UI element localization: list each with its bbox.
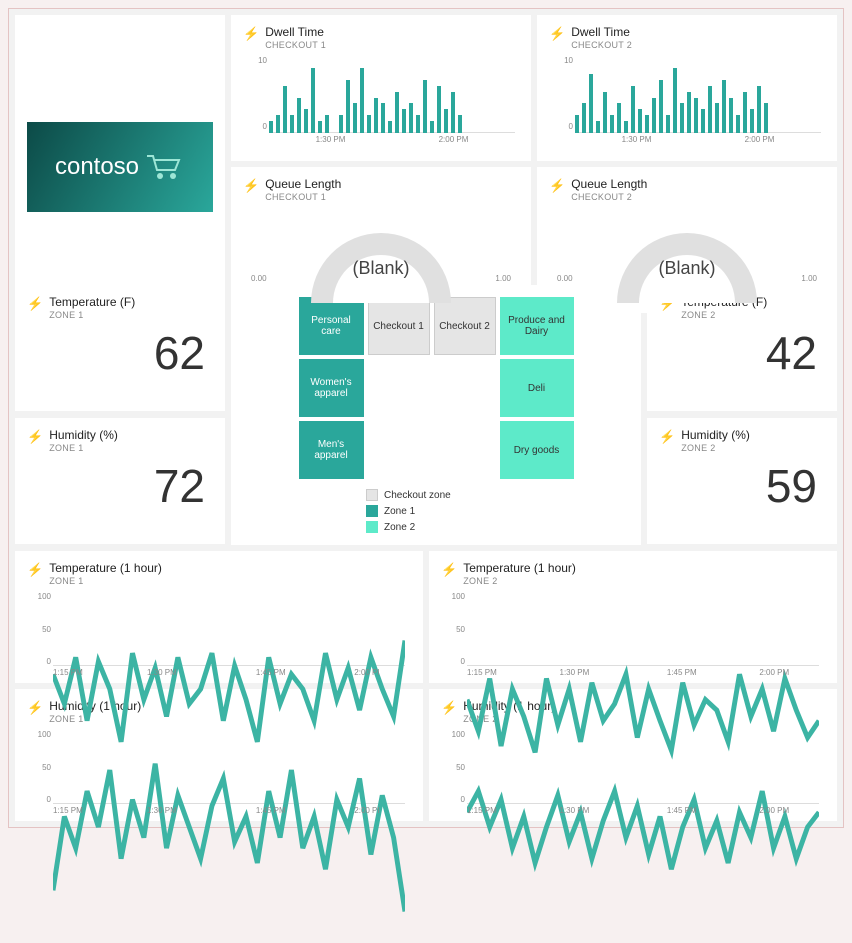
- card-subtitle: CHECKOUT 1: [265, 40, 326, 50]
- bolt-icon: ⚡: [27, 429, 43, 445]
- bolt-icon: ⚡: [549, 26, 565, 42]
- dwell-time-checkout1-card[interactable]: ⚡ Dwell Time CHECKOUT 1 100 1:30 PM2:00 …: [231, 15, 531, 161]
- row1: contoso ⚡ Dwell Time CHECKOUT 1: [15, 15, 837, 279]
- row2: ⚡ Temperature (F) ZONE 1 62 ⚡ Humidity (…: [15, 285, 837, 545]
- card-subtitle: CHECKOUT 2: [571, 40, 632, 50]
- card-subtitle: CHECKOUT 2: [571, 192, 647, 202]
- logo-card: contoso: [15, 15, 225, 319]
- humidity-zone1-card[interactable]: ⚡ Humidity (%) ZONE 1 72: [15, 418, 225, 544]
- card-subtitle: CHECKOUT 1: [265, 192, 341, 202]
- map-cell: Produce and Dairy: [500, 297, 574, 355]
- dwell2-chart: 100 1:30 PM2:00 PM: [549, 56, 825, 151]
- card-title: Dwell Time: [265, 25, 326, 39]
- cart-icon: [145, 152, 185, 182]
- bolt-icon: ⚡: [27, 562, 43, 578]
- dwell1-chart: 100 1:30 PM2:00 PM: [243, 56, 519, 151]
- map-legend: Checkout zone Zone 1 Zone 2: [243, 489, 629, 533]
- map-cell: Men's apparel: [299, 421, 364, 479]
- map-cell: [434, 421, 496, 479]
- dashboard-frame: contoso ⚡ Dwell Time CHECKOUT 1: [8, 8, 844, 828]
- legend-item: Zone 1: [366, 505, 506, 517]
- kpi-value: 72: [27, 459, 213, 513]
- store-map-card[interactable]: Personal careCheckout 1Checkout 2Produce…: [231, 285, 641, 545]
- map-cell: Checkout 2: [434, 297, 496, 355]
- card-title: Queue Length: [571, 177, 647, 191]
- temp1hr-zone2-card[interactable]: ⚡ Temperature (1 hour) ZONE 2 100500 1:1…: [429, 551, 837, 683]
- card-title: Dwell Time: [571, 25, 632, 39]
- queue-length-checkout1-card[interactable]: ⚡ Queue Length CHECKOUT 1 0.00 (Blank) 1…: [231, 167, 531, 313]
- queue-length-checkout2-card[interactable]: ⚡ Queue Length CHECKOUT 2 0.00 (Blank) 1…: [537, 167, 837, 313]
- bolt-icon: ⚡: [549, 178, 565, 194]
- temp1hr-zone1-card[interactable]: ⚡ Temperature (1 hour) ZONE 1 100500 1:1…: [15, 551, 423, 683]
- bolt-icon: ⚡: [441, 562, 457, 578]
- bolt-icon: ⚡: [243, 178, 259, 194]
- gauge1: 0.00 (Blank) 1.00: [243, 208, 519, 303]
- temperature-zone1-card[interactable]: ⚡ Temperature (F) ZONE 1 62: [15, 285, 225, 411]
- dwell-time-checkout2-card[interactable]: ⚡ Dwell Time CHECKOUT 2 100 1:30 PM2:00 …: [537, 15, 837, 161]
- bolt-icon: ⚡: [27, 296, 43, 312]
- legend-item: Checkout zone: [366, 489, 506, 501]
- checkout2-col: ⚡ Dwell Time CHECKOUT 2 100 1:30 PM2:00 …: [537, 15, 837, 313]
- kpi-value: 59: [659, 459, 825, 513]
- store-map: Personal careCheckout 1Checkout 2Produce…: [243, 297, 629, 479]
- map-cell: [368, 359, 430, 417]
- humidity-zone2-card[interactable]: ⚡ Humidity (%) ZONE 2 59: [647, 418, 837, 544]
- kpi-value: 42: [659, 326, 825, 380]
- card-title: Queue Length: [265, 177, 341, 191]
- checkout1-col: ⚡ Dwell Time CHECKOUT 1 100 1:30 PM2:00 …: [231, 15, 531, 313]
- bolt-icon: ⚡: [659, 429, 675, 445]
- kpi-value: 62: [27, 326, 213, 380]
- map-cell: Personal care: [299, 297, 364, 355]
- contoso-logo: contoso: [27, 122, 213, 212]
- map-cell: Dry goods: [500, 421, 574, 479]
- temperature-zone2-card[interactable]: ⚡ Temperature (F) ZONE 2 42: [647, 285, 837, 411]
- bolt-icon: ⚡: [243, 26, 259, 42]
- map-cell: [434, 359, 496, 417]
- legend-item: Zone 2: [366, 521, 506, 533]
- map-cell: Checkout 1: [368, 297, 430, 355]
- gauge2: 0.00 (Blank) 1.00: [549, 208, 825, 303]
- map-cell: Women's apparel: [299, 359, 364, 417]
- bolt-icon: ⚡: [441, 700, 457, 716]
- map-cell: [368, 421, 430, 479]
- bolt-icon: ⚡: [27, 700, 43, 716]
- map-cell: Deli: [500, 359, 574, 417]
- logo-text: contoso: [55, 153, 139, 181]
- row3: ⚡ Temperature (1 hour) ZONE 1 100500 1:1…: [15, 551, 837, 821]
